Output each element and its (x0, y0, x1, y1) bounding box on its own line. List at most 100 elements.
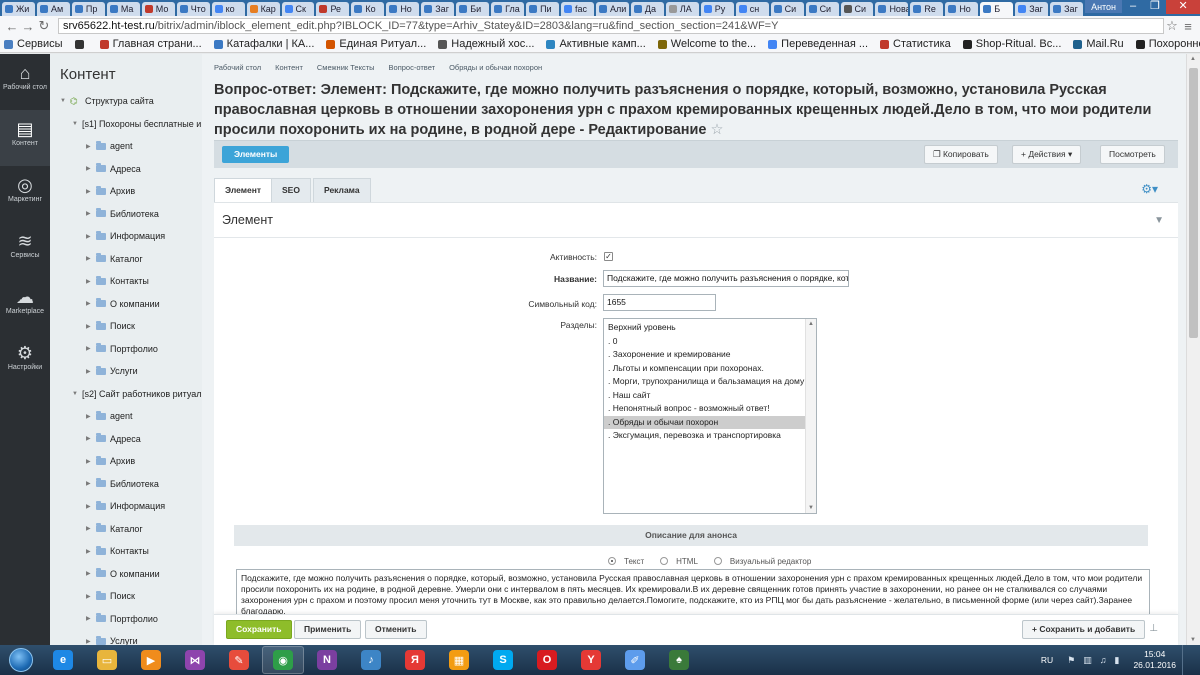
tree-item[interactable]: ▶ Портфолио (50, 338, 202, 361)
expand-arrow-icon[interactable]: ▶ (86, 503, 96, 510)
browser-tab[interactable]: Кар (246, 2, 280, 16)
tree-item[interactable]: ▶ Каталог (50, 248, 202, 271)
expand-arrow-icon[interactable]: ▶ (86, 233, 96, 240)
bookmark-item[interactable] (74, 39, 88, 49)
tree-item[interactable]: ▶ Библиотека (50, 203, 202, 226)
radio-button[interactable] (608, 557, 616, 565)
language-indicator[interactable]: RU (1041, 655, 1053, 665)
browser-tab[interactable]: Си (770, 2, 804, 16)
browser-tab[interactable]: сн (735, 2, 769, 16)
network-icon[interactable]: ▥ (1083, 655, 1092, 666)
section-option[interactable]: . Непонятный вопрос - возможный ответ! (604, 402, 816, 416)
preview-mode-option[interactable]: HTML (660, 557, 706, 566)
taskbar-app-button[interactable]: ◉ (262, 646, 304, 674)
tree-item[interactable]: ▶ Архив (50, 450, 202, 473)
browser-tab[interactable]: Би (456, 2, 490, 16)
save-button[interactable]: Сохранить (226, 620, 292, 639)
collapse-section-icon[interactable]: ▼ (1154, 215, 1164, 226)
name-input[interactable]: Подскажите, где можно получить разъяснен… (603, 270, 849, 287)
tab-settings-gear-icon[interactable]: ⚙▾ (1141, 182, 1158, 196)
save-and-add-button[interactable]: + Сохранить и добавить (1022, 620, 1146, 639)
expand-arrow-icon[interactable]: ▶ (86, 615, 96, 622)
bookmark-item[interactable]: Активные камп... (546, 38, 646, 50)
expand-arrow-icon[interactable]: ▶ (86, 278, 96, 285)
scroll-up-icon[interactable]: ▲ (808, 321, 814, 327)
code-input[interactable]: 1655 (603, 294, 716, 311)
menu-item-target[interactable]: ◎ Маркетинг (0, 166, 50, 222)
browser-tab[interactable]: Но (386, 2, 420, 16)
tab-element[interactable]: Элемент (214, 178, 273, 202)
bookmark-item[interactable]: Катафалки | КА... (213, 38, 314, 50)
browser-tab[interactable]: Си (805, 2, 839, 16)
tree-item[interactable]: ▶ Услуги (50, 360, 202, 383)
taskbar-app-button[interactable]: ♪ (350, 646, 392, 674)
taskbar-app-button[interactable]: Я (394, 646, 436, 674)
expand-arrow-icon[interactable]: ▶ (86, 638, 96, 645)
tree-item[interactable]: ▶ Каталог (50, 518, 202, 541)
volume-icon[interactable]: ♫ (1100, 655, 1107, 665)
tab-seo[interactable]: SEO (271, 178, 311, 202)
scrollbar-thumb[interactable] (1189, 68, 1198, 338)
tree-item[interactable]: ▶ Поиск (50, 585, 202, 608)
expand-arrow-icon[interactable]: ▶ (86, 548, 96, 555)
scroll-down-icon[interactable]: ▼ (1190, 637, 1196, 643)
tree-item[interactable]: ▶ Библиотека (50, 473, 202, 496)
radio-button[interactable] (713, 557, 722, 565)
clock[interactable]: 15:04 26.01.2016 (1133, 649, 1176, 671)
browser-tab[interactable]: ко (211, 2, 245, 16)
section-option[interactable]: . Льготы и компенсации при похоронах. (604, 362, 816, 376)
browser-tab[interactable]: Ко (351, 2, 385, 16)
menu-item-home[interactable]: ⌂ Рабочий стол (0, 54, 50, 110)
tree-item[interactable]: ▶ agent (50, 135, 202, 158)
url-input[interactable]: srv65622.ht-test.ru/bitrix/admin/iblock_… (58, 18, 1164, 34)
browser-tab[interactable]: Ре (316, 2, 350, 16)
elements-button[interactable]: Элементы (222, 146, 290, 163)
tree-item[interactable]: ▶ agent (50, 405, 202, 428)
browser-tab[interactable]: Ма (106, 2, 140, 16)
tree-item[interactable]: ▶ Портфолио (50, 608, 202, 631)
power-icon[interactable]: ▮ (1115, 655, 1120, 666)
browser-tab[interactable]: Пи (526, 2, 559, 16)
taskbar-app-button[interactable]: ▦ (438, 646, 480, 674)
pin-icon[interactable]: ⊥ (1149, 623, 1158, 634)
forward-icon[interactable]: → (20, 19, 36, 34)
bookmark-item[interactable]: Надежный хос... (438, 38, 534, 50)
scroll-up-icon[interactable]: ▲ (1190, 56, 1196, 62)
expand-arrow-icon[interactable]: ▶ (86, 435, 96, 442)
browser-tab[interactable]: Заг (1015, 2, 1049, 16)
taskbar-app-button[interactable]: ♠ (658, 646, 700, 674)
browser-tab[interactable]: fac (561, 2, 594, 16)
browser-tab[interactable]: Новая (875, 2, 909, 16)
bookmark-item[interactable]: Единая Ритуал... (326, 38, 426, 50)
browser-tab[interactable]: Заг (421, 2, 455, 16)
browser-tab[interactable]: Ск (281, 2, 315, 16)
taskbar-app-button[interactable]: ⋈ (174, 646, 216, 674)
bookmark-star-icon[interactable]: ☆ (1164, 18, 1180, 34)
maximize-button[interactable]: ❐ (1144, 0, 1166, 14)
page-scrollbar[interactable]: ▲ ▼ (1186, 54, 1200, 645)
sections-listbox[interactable]: Верхний уровень. 0. Захоронение и кремир… (603, 318, 817, 514)
browser-tab[interactable]: Гла (491, 2, 525, 16)
browser-tab[interactable]: Б (980, 2, 1014, 16)
preview-mode-option[interactable]: Текст (608, 557, 652, 566)
back-icon[interactable]: ← (4, 19, 20, 34)
taskbar-app-button[interactable]: N (306, 646, 348, 674)
bookmark-item[interactable]: Shop-Ritual. Вс... (962, 38, 1061, 50)
profile-badge[interactable]: Антон (1085, 0, 1123, 13)
bookmark-item[interactable]: Переведенная ... (768, 38, 868, 50)
taskbar-app-button[interactable]: ✎ (218, 646, 260, 674)
taskbar-app-button[interactable]: ✐ (614, 646, 656, 674)
section-option[interactable]: . Морги, трупохранилища и бальзамация на… (604, 375, 816, 389)
expand-arrow-icon[interactable]: ▼ (60, 98, 70, 104)
expand-arrow-icon[interactable]: ▶ (86, 188, 96, 195)
tree-item[interactable]: ▶ Контакты (50, 540, 202, 563)
expand-arrow-icon[interactable]: ▼ (72, 391, 78, 397)
radio-button[interactable] (660, 557, 669, 565)
browser-tab[interactable]: Си (840, 2, 874, 16)
tree-item[interactable]: ▶ Информация (50, 225, 202, 248)
cancel-button[interactable]: Отменить (365, 620, 427, 639)
menu-item-document[interactable]: ▤ Контент (0, 110, 50, 166)
tree-site[interactable]: ▼ [s2] Сайт работников ритуальн (50, 383, 202, 406)
browser-tab[interactable]: ЛА (665, 2, 699, 16)
taskbar-app-button[interactable]: O (526, 646, 568, 674)
